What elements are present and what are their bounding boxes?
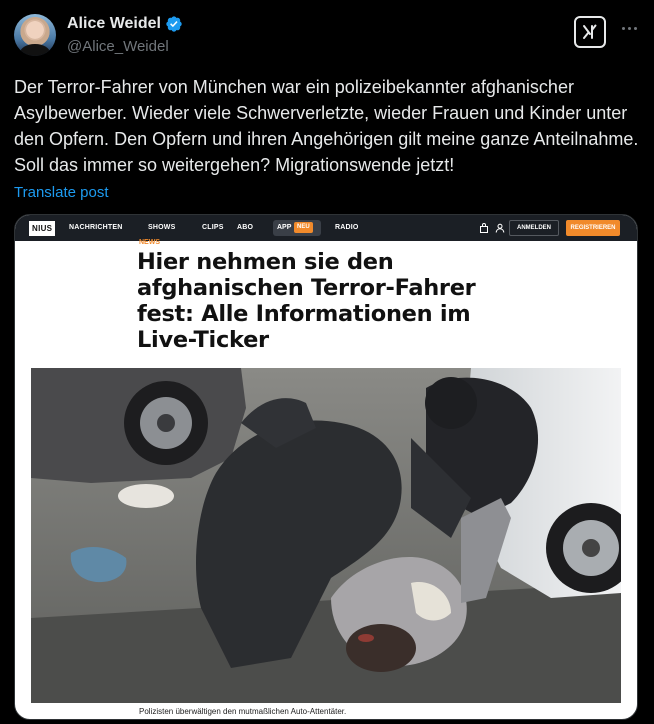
more-options-icon[interactable] xyxy=(618,18,640,38)
site-logo: NIUS xyxy=(29,221,56,236)
shopping-bag-icon xyxy=(480,223,488,233)
nav-item-abo: ABO xyxy=(237,224,254,231)
register-button: REGISTRIEREN xyxy=(566,220,620,236)
post-text: Der Terror-Fahrer von München war ein po… xyxy=(14,77,639,175)
article-headline: Hier nehmen sie den afghanischen Terror-… xyxy=(137,249,476,353)
post-header: Alice Weidel @Alice_Weidel xyxy=(14,12,640,60)
arrest-photo xyxy=(31,368,621,703)
author-name-row: Alice Weidel xyxy=(67,15,183,33)
nav-item-app: APP xyxy=(277,224,292,231)
translate-post-link[interactable]: Translate post xyxy=(14,184,109,201)
author-handle[interactable]: @Alice_Weidel xyxy=(67,38,169,55)
photo-caption: Polizisten überwältigen den mutmaßlichen… xyxy=(139,707,347,716)
post-media-image[interactable]: NIUS NACHRICHTEN SHOWS CLIPS ABO APP NEU… xyxy=(14,214,638,720)
verified-badge-icon xyxy=(166,16,182,32)
nav-item-clips: CLIPS xyxy=(202,224,224,231)
nav-item-nachrichten: NACHRICHTEN xyxy=(69,224,123,231)
grok-icon[interactable] xyxy=(574,16,606,48)
author-display-name[interactable]: Alice Weidel xyxy=(67,15,161,33)
account-icon xyxy=(495,223,505,233)
login-button: ANMELDEN xyxy=(509,220,559,236)
grok-glyph-icon xyxy=(583,24,597,39)
article-category: NEWS xyxy=(139,239,160,246)
site-navbar: NIUS NACHRICHTEN SHOWS CLIPS ABO APP NEU… xyxy=(15,215,637,241)
new-badge: NEU xyxy=(294,222,313,233)
nav-item-shows: SHOWS xyxy=(148,224,176,231)
nav-item-radio: RADIO xyxy=(335,224,359,231)
avatar[interactable] xyxy=(14,14,56,56)
arrest-scene-illustration xyxy=(31,368,621,703)
